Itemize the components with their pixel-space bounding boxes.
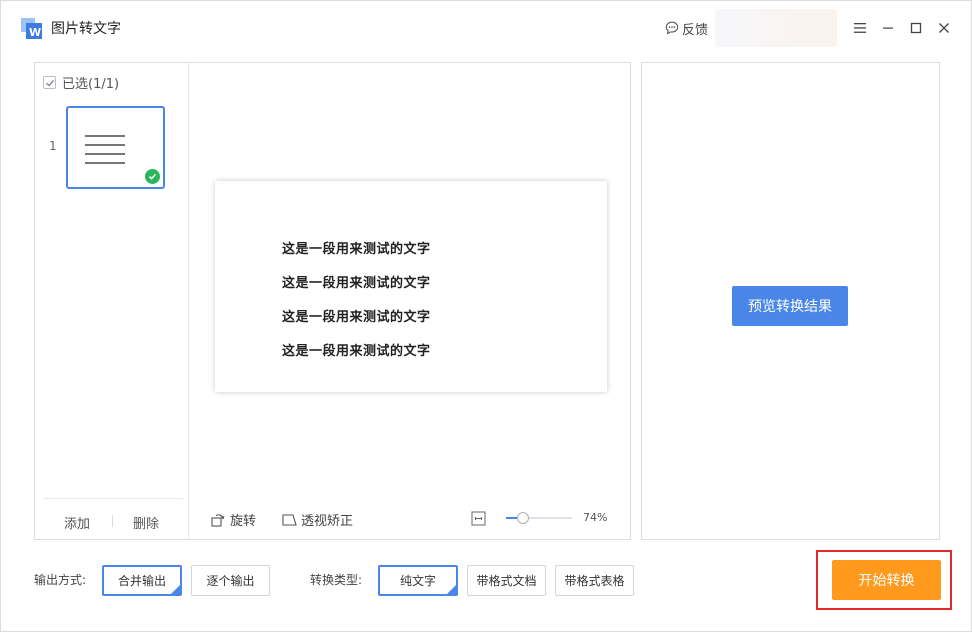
perspective-icon xyxy=(282,513,297,526)
rotate-button[interactable]: 旋转 xyxy=(210,510,256,529)
perspective-correct-button[interactable]: 透视矫正 xyxy=(281,510,353,529)
convert-type-label: 转换类型: xyxy=(310,573,363,587)
merge-output-option[interactable]: 合并输出 xyxy=(102,565,182,596)
thumbnail-text-line xyxy=(85,162,125,165)
title-bar: W 图片转文字 反馈 xyxy=(1,1,971,57)
menu-button[interactable] xyxy=(851,19,869,37)
zoom-knob[interactable] xyxy=(517,512,529,524)
thumbnail-text-line xyxy=(85,144,125,147)
source-panel: 已选(1/1) 1 添加 删除 这是一段用来测试的文字 这是一段用来测试的文字 … xyxy=(34,62,631,540)
start-convert-button[interactable]: 开始转换 xyxy=(832,560,941,600)
checkbox-box xyxy=(43,76,56,89)
maximize-icon xyxy=(910,22,922,34)
app-window: W 图片转文字 反馈 已选(1/1) 1 添加 删除 这是一段用来测试的文字 这… xyxy=(0,0,972,632)
delete-button[interactable]: 删除 xyxy=(133,513,159,532)
close-icon xyxy=(939,23,949,33)
output-mode-label: 输出方式: xyxy=(34,573,87,587)
formatted-doc-option[interactable]: 带格式文档 xyxy=(467,565,546,596)
rotate-label: 旋转 xyxy=(230,514,257,529)
feedback-button[interactable]: 反馈 xyxy=(665,18,708,38)
add-button[interactable]: 添加 xyxy=(64,513,90,532)
page-text-line: 这是一段用来测试的文字 xyxy=(282,310,431,325)
app-logo-icon: W xyxy=(21,18,42,39)
minimize-icon xyxy=(883,27,893,29)
minimize-button[interactable] xyxy=(879,19,897,37)
thumbnail-list: 已选(1/1) 1 添加 删除 xyxy=(35,63,189,539)
feedback-label: 反馈 xyxy=(682,22,709,38)
action-divider xyxy=(112,515,113,527)
thumbnail-item[interactable] xyxy=(66,106,165,189)
plain-text-option[interactable]: 纯文字 xyxy=(378,565,458,596)
selected-check-icon xyxy=(145,169,160,184)
perspective-label: 透视矫正 xyxy=(301,514,354,529)
svg-text:W: W xyxy=(29,26,41,39)
thumbnail-text-line xyxy=(85,153,125,156)
page-text-line: 这是一段用来测试的文字 xyxy=(282,276,431,291)
user-account-area[interactable] xyxy=(715,9,837,47)
zoom-percent: 74% xyxy=(583,511,608,524)
formatted-table-option[interactable]: 带格式表格 xyxy=(555,565,634,596)
page-text-line: 这是一段用来测试的文字 xyxy=(282,242,431,257)
select-all-checkbox[interactable]: 已选(1/1) xyxy=(43,73,119,92)
page-text-line: 这是一段用来测试的文字 xyxy=(282,344,431,359)
thumbnail-actions: 添加 删除 xyxy=(43,498,183,538)
thumbnail-text-line xyxy=(85,135,125,138)
preview-result-button[interactable]: 预览转换结果 xyxy=(732,286,848,326)
chat-bubble-icon xyxy=(665,21,679,35)
fit-screen-icon[interactable] xyxy=(471,511,486,526)
separate-output-option[interactable]: 逐个输出 xyxy=(191,565,270,596)
app-title: 图片转文字 xyxy=(51,21,121,37)
zoom-slider[interactable] xyxy=(506,512,572,524)
close-button[interactable] xyxy=(935,19,953,37)
rotate-icon xyxy=(211,513,225,527)
select-all-label: 已选(1/1) xyxy=(62,77,120,92)
checkmark-icon xyxy=(45,79,54,87)
image-preview-area: 这是一段用来测试的文字 这是一段用来测试的文字 这是一段用来测试的文字 这是一段… xyxy=(190,63,630,539)
result-panel: 预览转换结果 xyxy=(641,62,940,540)
page-preview: 这是一段用来测试的文字 这是一段用来测试的文字 这是一段用来测试的文字 这是一段… xyxy=(215,181,607,392)
hamburger-menu-icon xyxy=(854,23,866,33)
thumbnail-index: 1 xyxy=(49,139,57,153)
maximize-button[interactable] xyxy=(907,19,925,37)
